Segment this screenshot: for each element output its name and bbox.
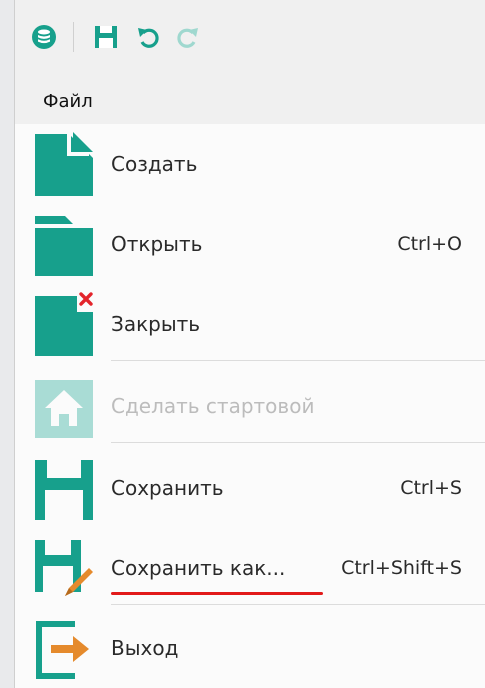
floppy-disk-icon [35, 456, 93, 520]
redo-icon[interactable] [175, 24, 201, 50]
file-menu-title: Файл [43, 91, 93, 112]
menu-item-shortcut: Ctrl+S [400, 477, 462, 499]
home-icon [35, 374, 93, 438]
toolbar-separator [73, 22, 74, 52]
open-folder-icon [35, 212, 93, 276]
menu-item-label: Сохранить [111, 476, 224, 500]
close-document-icon [35, 292, 93, 356]
save-as-icon [35, 536, 93, 600]
exit-icon [35, 616, 93, 680]
file-menu: Создать Открыть Ctrl+O Закрыть Сделать с… [15, 124, 485, 688]
menu-item-save[interactable]: Сохранить Ctrl+S [15, 448, 485, 528]
file-menu-header[interactable]: Файл [15, 80, 485, 124]
menu-item-close[interactable]: Закрыть [15, 284, 485, 364]
menu-separator [111, 604, 485, 605]
menu-item-open[interactable]: Открыть Ctrl+O [15, 204, 485, 284]
menu-item-new[interactable]: Создать [15, 124, 485, 204]
new-document-icon [35, 132, 93, 196]
menu-item-save-as[interactable]: Сохранить как... Ctrl+Shift+S [15, 528, 485, 608]
menu-item-label: Выход [111, 636, 179, 660]
menu-separator [111, 360, 485, 361]
database-icon[interactable] [31, 24, 57, 50]
menu-item-exit[interactable]: Выход [15, 608, 485, 688]
menu-item-label: Открыть [111, 232, 203, 256]
menu-item-label: Закрыть [111, 312, 201, 336]
menu-item-label: Сделать стартовой [111, 394, 315, 418]
floppy-disk-icon[interactable] [93, 24, 119, 50]
menu-separator [111, 442, 485, 443]
menu-item-shortcut: Ctrl+O [397, 233, 462, 255]
menu-item-label: Сохранить как... [111, 556, 286, 580]
undo-icon[interactable] [135, 24, 161, 50]
menu-item-label: Создать [111, 152, 198, 176]
menu-item-set-start[interactable]: Сделать стартовой [15, 366, 485, 446]
annotation-underline [111, 592, 323, 595]
menu-item-shortcut: Ctrl+Shift+S [341, 557, 462, 579]
quick-access-toolbar [15, 0, 485, 80]
application-window: Файл Создать Открыть Ctrl+O Закрыть Сдел… [14, 0, 485, 688]
